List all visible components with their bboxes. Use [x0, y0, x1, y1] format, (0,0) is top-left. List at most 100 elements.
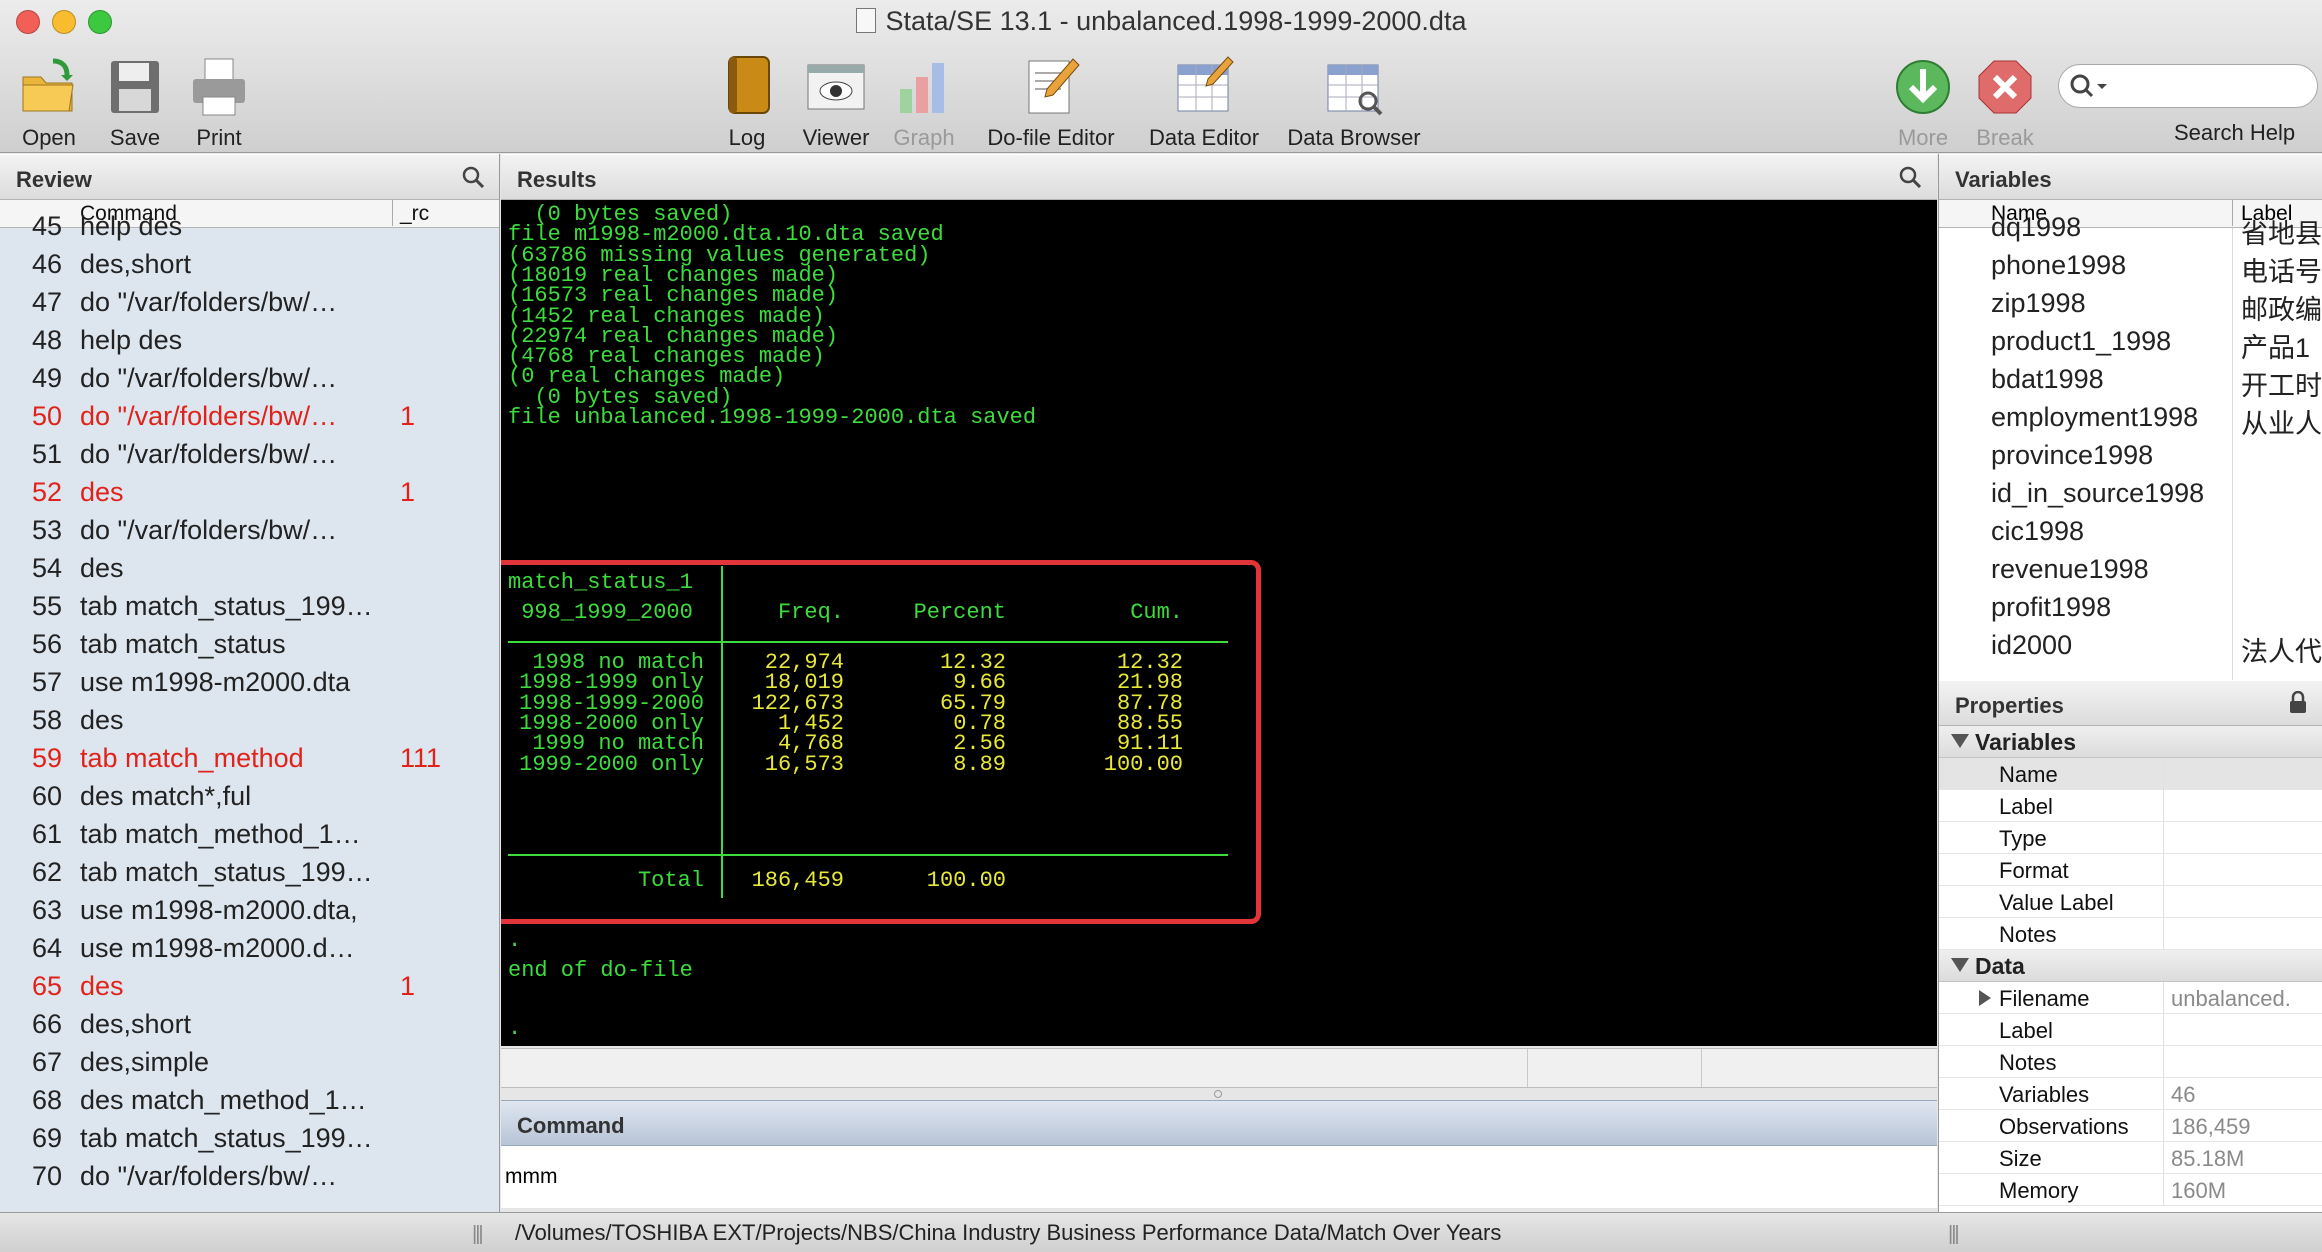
review-row[interactable]: 70 do "/var/folders/bw/…: [0, 1160, 499, 1194]
property-row[interactable]: Value Label: [1939, 886, 2322, 918]
review-row[interactable]: 54 des: [0, 552, 499, 590]
data-editor-button[interactable]: Data Editor: [1142, 55, 1266, 151]
disclosure-triangle-icon[interactable]: [1951, 958, 1969, 972]
review-row[interactable]: 46 des,short: [0, 248, 499, 286]
variable-row[interactable]: revenue1998: [1939, 552, 2322, 590]
properties-panel: Properties Variables Name Label Type Format V…: [1938, 680, 2322, 1212]
review-row[interactable]: 57 use m1998-m2000.dta: [0, 666, 499, 704]
review-row[interactable]: 49 do "/var/folders/bw/…: [0, 362, 499, 400]
review-row[interactable]: 51 do "/var/folders/bw/…: [0, 438, 499, 476]
variable-name: id2000: [1991, 630, 2073, 660]
properties-header: Properties: [1939, 680, 2322, 726]
property-row[interactable]: Size 85.18M: [1939, 1142, 2322, 1174]
review-row[interactable]: 55 tab match_status_199…: [0, 590, 499, 628]
variable-name: employment1998: [1991, 402, 2199, 432]
search-help-field[interactable]: [2058, 64, 2318, 108]
viewer-button[interactable]: Viewer: [796, 55, 876, 151]
review-row-command: help des: [80, 211, 183, 241]
review-row[interactable]: 66 des,short: [0, 1008, 499, 1046]
property-row[interactable]: Type: [1939, 822, 2322, 854]
variable-row[interactable]: dq1998 省地县码: [1939, 210, 2322, 249]
splitter-handle[interactable]: [1214, 1090, 1222, 1098]
data-editor-label: Data Editor: [1148, 125, 1260, 150]
property-row[interactable]: Notes: [1939, 1046, 2322, 1078]
disclosure-triangle-icon[interactable]: [1951, 734, 1969, 748]
review-row[interactable]: 50 do "/var/folders/bw/… 1: [0, 400, 499, 438]
review-row[interactable]: 64 use m1998-m2000.d…: [0, 932, 499, 970]
resize-grip-icon[interactable]: |||: [472, 1223, 484, 1246]
break-stop-icon: [1975, 55, 2035, 119]
resize-grip-icon[interactable]: |||: [1948, 1223, 1960, 1246]
properties-data-section[interactable]: Data: [1939, 950, 2322, 982]
open-button[interactable]: Open: [14, 55, 84, 151]
review-row[interactable]: 48 help des: [0, 324, 499, 362]
command-input[interactable]: [501, 1146, 1937, 1208]
review-row[interactable]: 47 do "/var/folders/bw/…: [0, 286, 499, 324]
variable-row[interactable]: id2000 法人代码: [1939, 628, 2322, 667]
results-output[interactable]: (0 bytes saved) file m1998-m2000.dta.10.d…: [501, 200, 1937, 1046]
title-toolbar: Stata/SE 13.1 - unbalanced.1998-1999-200…: [0, 0, 2322, 153]
property-row[interactable]: Memory 160M: [1939, 1174, 2322, 1206]
review-row-number: 61: [32, 819, 63, 849]
variable-row[interactable]: zip1998 邮政编码: [1939, 286, 2322, 325]
more-button[interactable]: More: [1888, 55, 1958, 151]
command-title: Command: [517, 1113, 625, 1138]
log-button[interactable]: Log: [712, 55, 782, 151]
variable-row[interactable]: bdat1998 开工时间: [1939, 362, 2322, 401]
property-row[interactable]: Filename unbalanced.: [1939, 982, 2322, 1014]
review-row[interactable]: 56 tab match_status: [0, 628, 499, 666]
variable-row[interactable]: province1998: [1939, 438, 2322, 476]
save-label: Save: [109, 125, 161, 150]
property-row[interactable]: Name: [1939, 758, 2322, 790]
variable-row[interactable]: phone1998 电话号码: [1939, 248, 2322, 287]
review-row[interactable]: 53 do "/var/folders/bw/…: [0, 514, 499, 552]
property-row[interactable]: Label: [1939, 1014, 2322, 1046]
variable-row[interactable]: employment1998 从业人数: [1939, 400, 2322, 439]
review-row-command: des: [80, 553, 124, 583]
review-row[interactable]: 69 tab match_status_199…: [0, 1122, 499, 1160]
review-row[interactable]: 52 des 1: [0, 476, 499, 514]
lock-icon[interactable]: [2289, 691, 2307, 713]
property-row[interactable]: Label: [1939, 790, 2322, 822]
review-row[interactable]: 63 use m1998-m2000.dta,: [0, 894, 499, 932]
results-scrollbar-area[interactable]: [501, 1048, 1937, 1088]
review-row[interactable]: 45 help des: [0, 210, 499, 248]
property-value: 186,459: [2171, 1114, 2251, 1139]
variable-row[interactable]: product1_1998 产品1: [1939, 324, 2322, 363]
property-row[interactable]: Observations 186,459: [1939, 1110, 2322, 1142]
review-row[interactable]: 58 des: [0, 704, 499, 742]
review-row-command: des match*,ful: [80, 781, 252, 811]
dofile-editor-button[interactable]: Do-file Editor: [976, 55, 1126, 151]
data-browser-icon: [1324, 55, 1384, 119]
search-icon: [2070, 74, 2107, 98]
property-row[interactable]: Notes: [1939, 918, 2322, 950]
review-row[interactable]: 59 tab match_method 111: [0, 742, 499, 780]
property-row[interactable]: Format: [1939, 854, 2322, 886]
print-button[interactable]: Print: [184, 55, 254, 151]
variable-row[interactable]: cic1998: [1939, 514, 2322, 552]
properties-variables-section[interactable]: Variables: [1939, 726, 2322, 758]
review-row-rc: 1: [400, 477, 416, 507]
review-row-command: des: [80, 971, 124, 1001]
review-row[interactable]: 61 tab match_method_1…: [0, 818, 499, 856]
review-list: 45 help des 46 des,short 47 do "/var/folders/…: [0, 210, 499, 1194]
review-row[interactable]: 68 des match_method_1…: [0, 1084, 499, 1122]
review-row-number: 58: [32, 705, 63, 735]
variable-row[interactable]: id_in_source1998: [1939, 476, 2322, 514]
property-row[interactable]: Variables 46: [1939, 1078, 2322, 1110]
data-browser-button[interactable]: Data Browser: [1282, 55, 1426, 151]
review-row[interactable]: 62 tab match_status_199…: [0, 856, 499, 894]
expand-triangle-icon[interactable]: [1979, 990, 1991, 1006]
variable-row[interactable]: profit1998: [1939, 590, 2322, 628]
variable-name: phone1998: [1991, 250, 2127, 280]
review-row[interactable]: 65 des 1: [0, 970, 499, 1008]
save-button[interactable]: Save: [100, 55, 170, 151]
review-row[interactable]: 67 des,simple: [0, 1046, 499, 1084]
break-button[interactable]: Break: [1970, 55, 2040, 151]
results-panel: Results (0 bytes saved) file m1998-m2000.…: [501, 154, 1937, 1048]
review-row[interactable]: 60 des match*,ful: [0, 780, 499, 818]
search-icon[interactable]: [462, 166, 484, 188]
graph-button[interactable]: Graph: [886, 55, 962, 151]
review-row-number: 57: [32, 667, 63, 697]
search-icon[interactable]: [1899, 166, 1921, 188]
